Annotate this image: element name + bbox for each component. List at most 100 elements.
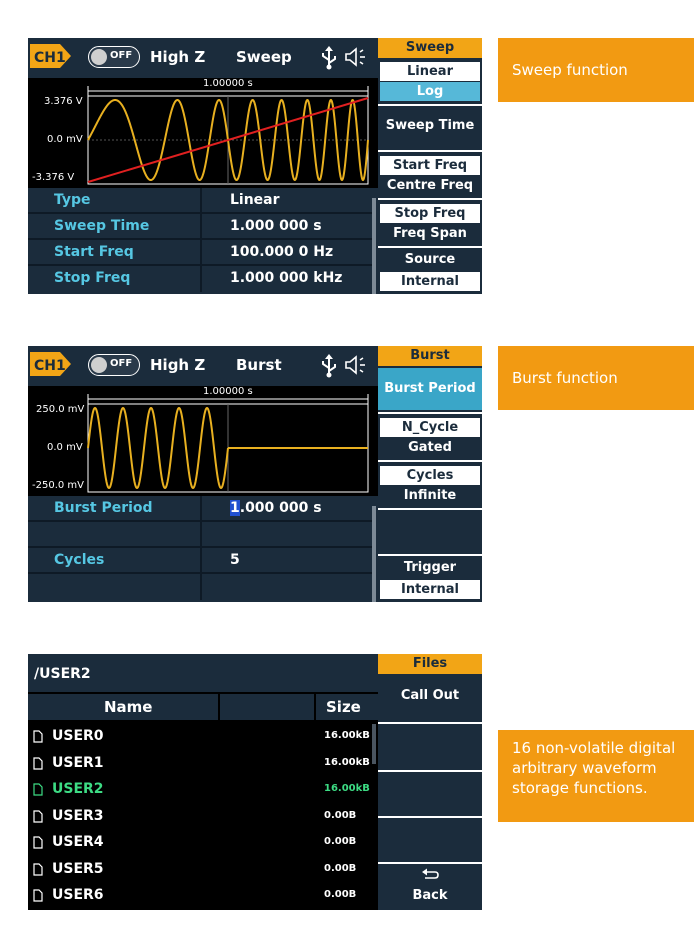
output-toggle[interactable]: OFF xyxy=(88,354,140,376)
usb-icon xyxy=(322,46,336,70)
storage-callout: 16 non-volatile digital arbitrary wavefo… xyxy=(498,730,694,822)
softkey-n-cycle[interactable]: N_Cycle xyxy=(380,418,480,437)
mode-label: Sweep xyxy=(236,48,292,66)
file-name: USER3 xyxy=(52,807,104,824)
file-size: 16.00kB xyxy=(324,756,370,768)
file-row[interactable]: USER4 0.00B xyxy=(28,830,378,856)
file-row[interactable]: USER1 16.00kB xyxy=(28,751,378,777)
y-bottom-label: -250.0 mV xyxy=(32,480,84,491)
softkey-source-internal[interactable]: Internal xyxy=(380,272,480,291)
file-size: 0.00B xyxy=(324,809,357,821)
softkey-gated[interactable]: Gated xyxy=(378,440,482,455)
speaker-icon xyxy=(345,355,365,375)
speaker-icon xyxy=(345,47,365,67)
param-row-empty xyxy=(28,522,372,548)
softkey-start-freq[interactable]: Start Freq xyxy=(380,156,480,175)
file-row[interactable]: USER0 16.00kB xyxy=(28,724,378,750)
sweep-menu-title: Sweep xyxy=(378,38,482,58)
burst-waveform xyxy=(87,406,229,490)
param-value: 100.000 0 Hz xyxy=(230,244,334,260)
param-scrollbar[interactable] xyxy=(372,506,376,602)
timebase-label: 1.00000 s xyxy=(203,386,253,397)
files-softkey-panel: Files Call Out Back xyxy=(378,654,482,910)
files-menu-title: Files xyxy=(378,654,482,674)
edit-cursor-digit[interactable]: 1 xyxy=(230,500,240,516)
y-top-label: 250.0 mV xyxy=(36,404,85,415)
softkey-sweep-time[interactable]: Sweep Time xyxy=(378,118,482,133)
file-icon xyxy=(33,730,43,743)
files-screen: /USER2 Name Size USER0 16.00kB USER1 16.00k… xyxy=(28,654,482,910)
impedance-label: High Z xyxy=(150,356,206,374)
param-label: Type xyxy=(54,192,91,208)
impedance-label: High Z xyxy=(150,48,206,66)
file-size: 0.00B xyxy=(324,836,357,847)
sweep-callout: Sweep function xyxy=(498,38,694,102)
param-value: 1.000 000 s xyxy=(230,500,322,516)
file-icon xyxy=(33,783,43,796)
channel-badge[interactable]: CH1 xyxy=(30,351,72,377)
param-row-sweep-time[interactable]: Sweep Time 1.000 000 s xyxy=(28,214,372,240)
param-row-start-freq[interactable]: Start Freq 100.000 0 Hz xyxy=(28,240,372,266)
path-bar: /USER2 xyxy=(28,654,378,692)
softkey-trigger[interactable]: Trigger xyxy=(378,560,482,575)
y-bottom-label: -3.376 V xyxy=(32,172,75,183)
file-name: USER6 xyxy=(52,887,104,903)
softkey-infinite[interactable]: Infinite xyxy=(378,488,482,503)
sweep-screen: CH1 OFF High Z Sweep 1.00000 s 3.376 V 0… xyxy=(28,38,482,294)
softkey-stop-freq[interactable]: Stop Freq xyxy=(380,204,480,223)
file-name: USER2 xyxy=(52,781,104,797)
param-scrollbar[interactable] xyxy=(372,198,376,294)
param-row-burst-period[interactable]: Burst Period 1.000 000 s xyxy=(28,496,372,522)
file-icon xyxy=(33,756,43,770)
param-value: 5 xyxy=(230,552,240,568)
y-top-label: 3.376 V xyxy=(44,96,83,107)
file-list: USER0 16.00kB USER1 16.00kB USER2 16.00kB USER… xyxy=(28,724,378,910)
file-icon xyxy=(33,836,43,849)
channel-label: CH1 xyxy=(34,358,66,374)
softkey-freq-span[interactable]: Freq Span xyxy=(378,226,482,241)
param-label: Sweep Time xyxy=(54,218,150,234)
file-row[interactable]: USER6 0.00B xyxy=(28,883,378,909)
return-arrow-icon xyxy=(422,868,439,879)
softkey-cycles[interactable]: Cycles xyxy=(380,466,480,485)
param-row-stop-freq[interactable]: Stop Freq 1.000 000 kHz xyxy=(28,266,372,292)
file-size: 0.00B xyxy=(324,889,357,900)
burst-callout: Burst function xyxy=(498,346,694,410)
file-size: 16.00kB xyxy=(324,730,370,741)
softkey-source[interactable]: Source xyxy=(378,252,482,267)
file-name: USER0 xyxy=(52,728,104,744)
param-value: 1.000 000 kHz xyxy=(230,270,343,286)
burst-screen: CH1 OFF High Z Burst 1.00000 s 250.0 mV … xyxy=(28,346,482,602)
param-row-empty xyxy=(28,574,372,600)
param-row-cycles[interactable]: Cycles 5 xyxy=(28,548,372,574)
softkey-centre-freq[interactable]: Centre Freq xyxy=(378,178,482,193)
file-row[interactable]: USER2 16.00kB xyxy=(28,777,378,803)
sweep-param-table: Type Linear Sweep Time 1.000 000 s Start… xyxy=(28,188,372,294)
param-label: Stop Freq xyxy=(54,270,131,286)
channel-badge[interactable]: CH1 xyxy=(30,43,72,69)
column-size-header[interactable]: Size xyxy=(326,698,361,716)
param-row-type[interactable]: Type Linear xyxy=(28,188,372,214)
softkey-linear[interactable]: Linear xyxy=(380,62,480,81)
burst-status-bar: CH1 OFF High Z Burst xyxy=(28,346,378,386)
file-row[interactable]: USER5 0.00B xyxy=(28,857,378,883)
softkey-trigger-internal[interactable]: Internal xyxy=(380,580,480,599)
burst-softkey-panel: Burst Burst Period N_Cycle Gated Cycles … xyxy=(378,346,482,602)
toggle-knob xyxy=(91,357,107,373)
file-name: USER4 xyxy=(52,834,104,850)
file-list-header: Name Size xyxy=(28,694,378,720)
softkey-log[interactable]: Log xyxy=(380,82,480,101)
softkey-burst-period[interactable]: Burst Period xyxy=(378,368,482,410)
softkey-back[interactable]: Back xyxy=(378,888,482,903)
param-value: 1.000 000 s xyxy=(230,218,322,234)
sweep-softkey-panel: Sweep Linear Log Sweep Time Start Freq C… xyxy=(378,38,482,294)
output-state: OFF xyxy=(110,358,133,369)
mode-label: Burst xyxy=(236,356,282,374)
softkey-call-out[interactable]: Call Out xyxy=(378,688,482,703)
file-list-scrollbar[interactable] xyxy=(372,724,376,764)
sweep-waveform-plot: 1.00000 s 3.376 V 0.0 mV -3.376 V xyxy=(28,78,378,188)
column-name-header[interactable]: Name xyxy=(104,698,152,716)
output-state: OFF xyxy=(110,50,133,61)
output-toggle[interactable]: OFF xyxy=(88,46,140,68)
file-row[interactable]: USER3 0.00B xyxy=(28,804,378,830)
